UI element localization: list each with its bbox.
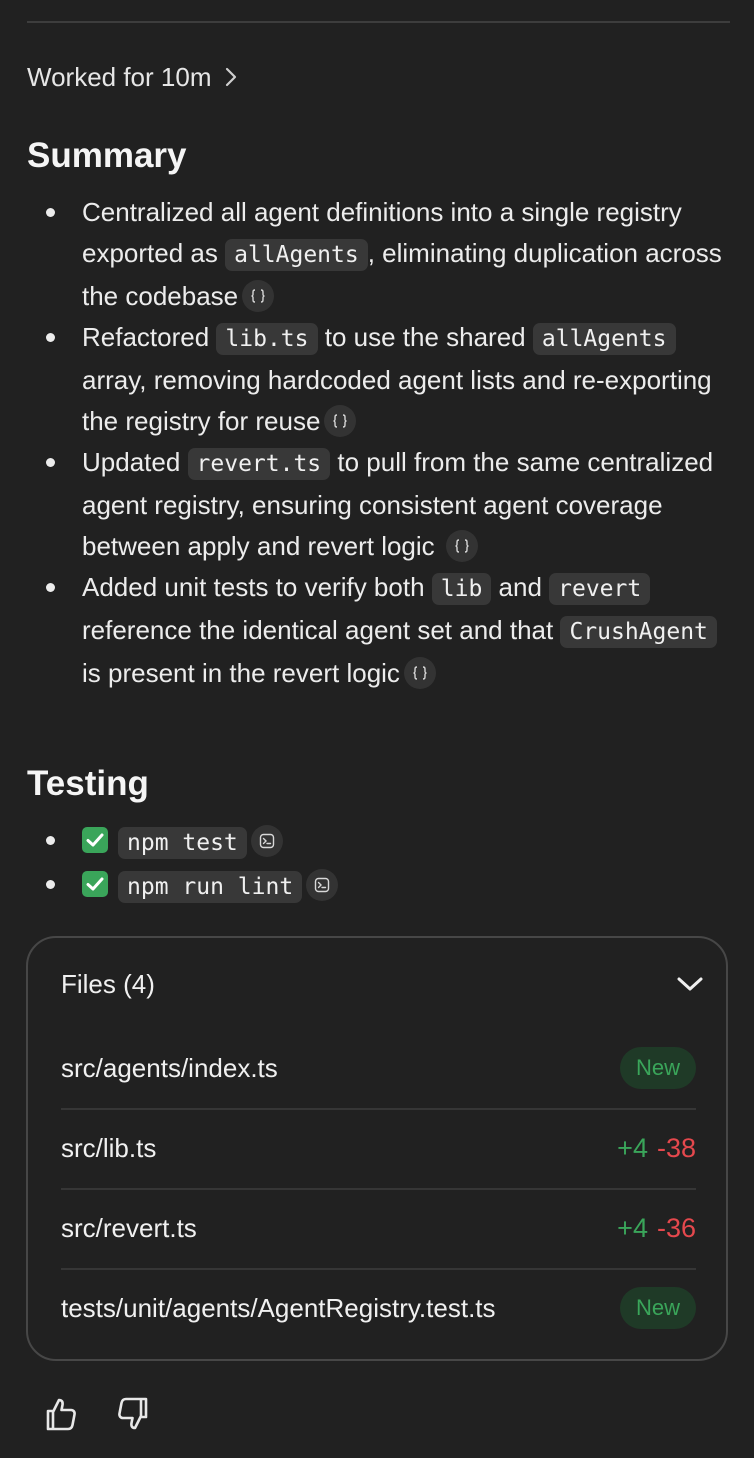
diff-stats: +4 -38: [617, 1133, 696, 1164]
feedback-bar: [44, 1396, 150, 1437]
file-path: src/lib.ts: [61, 1132, 157, 1163]
files-title: Files (4): [61, 968, 155, 999]
summary-item: Updated revert.ts to pull from the same …: [27, 442, 732, 567]
file-path: tests/unit/agents/AgentRegistry.test.ts: [61, 1292, 496, 1323]
top-divider: [27, 21, 730, 23]
chevron-right-icon: [226, 67, 237, 87]
code-lib: lib: [431, 573, 492, 605]
code-revert-ts: revert.ts: [187, 448, 331, 480]
terminal-icon[interactable]: [250, 825, 283, 858]
file-row[interactable]: src/lib.ts +4 -38: [61, 1108, 696, 1190]
testing-item: npm test: [27, 820, 732, 864]
terminal-icon[interactable]: [306, 869, 339, 902]
thumbs-up-icon[interactable]: [44, 1396, 78, 1437]
thumbs-down-icon[interactable]: [116, 1396, 150, 1437]
check-mark-button-icon: [82, 827, 108, 854]
summary-item: Added unit tests to verify both lib and …: [27, 567, 732, 694]
summary-item: Refactored lib.ts to use the shared allA…: [27, 317, 732, 442]
curly-braces-icon[interactable]: [324, 405, 357, 438]
testing-heading: Testing: [27, 764, 149, 803]
code-all-agents: allAgents: [225, 239, 368, 271]
worked-duration-label: Worked for 10m: [27, 61, 212, 92]
testing-list: npm test npm run lint: [27, 820, 732, 908]
curly-braces-icon[interactable]: [403, 657, 436, 690]
summary-item: Centralized all agent definitions into a…: [27, 192, 732, 317]
file-row[interactable]: src/revert.ts +4 -36: [61, 1188, 696, 1270]
code-lib-ts: lib.ts: [216, 323, 318, 355]
chevron-down-icon: [677, 977, 703, 991]
code-all-agents: allAgents: [532, 323, 676, 355]
check-mark-button-icon: [82, 871, 108, 898]
lines-added: +4: [617, 1132, 648, 1163]
code-revert: revert: [549, 573, 651, 605]
lines-added: +4: [617, 1212, 648, 1243]
test-command: npm run lint: [118, 871, 303, 903]
file-row[interactable]: src/agents/index.ts New: [61, 1028, 696, 1110]
new-badge: New: [619, 1287, 696, 1329]
diff-stats: +4 -36: [617, 1213, 696, 1244]
file-path: src/agents/index.ts: [61, 1052, 278, 1083]
curly-braces-icon[interactable]: [242, 280, 275, 313]
test-command: npm test: [118, 827, 247, 859]
lines-removed: -36: [656, 1212, 696, 1243]
file-path: src/revert.ts: [61, 1212, 197, 1243]
file-row[interactable]: tests/unit/agents/AgentRegistry.test.ts …: [61, 1268, 696, 1348]
code-crush-agent: CrushAgent: [560, 616, 717, 648]
new-badge: New: [619, 1047, 696, 1089]
lines-removed: -38: [656, 1132, 696, 1163]
summary-list: Centralized all agent definitions into a…: [27, 192, 732, 694]
testing-item: npm run lint: [27, 864, 732, 908]
files-header-toggle[interactable]: Files (4): [61, 966, 704, 1002]
curly-braces-icon[interactable]: [445, 530, 478, 563]
files-card: Files (4) src/agents/index.ts New src/li…: [26, 936, 728, 1361]
worked-duration-toggle[interactable]: Worked for 10m: [27, 58, 237, 96]
summary-heading: Summary: [27, 136, 187, 175]
